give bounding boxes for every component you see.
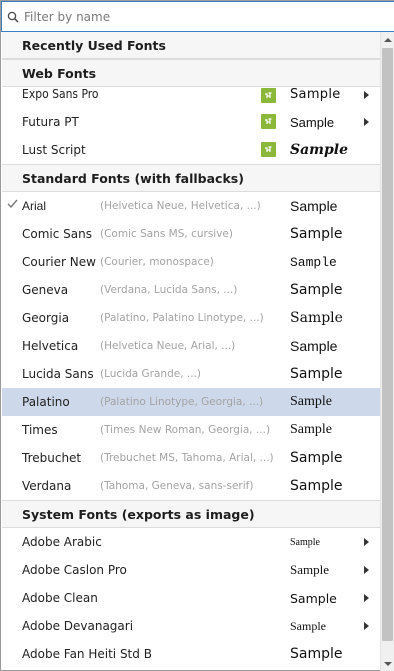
- font-row-expo-sans-pro[interactable]: Expo Sans Pro Sample: [2, 87, 380, 108]
- font-row-adobe-arabic[interactable]: Adobe Arabic Sample: [2, 528, 380, 556]
- font-row-arial[interactable]: Arial (Helvetica Neue, Helvetica, ...) S…: [2, 192, 380, 220]
- font-fallbacks: (Comic Sans MS, cursive): [100, 228, 233, 240]
- font-sample: Sample: [290, 310, 343, 326]
- font-row-palatino[interactable]: Palatino (Palatino Linotype, Georgia, ..…: [2, 388, 380, 416]
- web-font-icon: [261, 88, 276, 103]
- scrollbar-thumb[interactable]: [382, 48, 393, 641]
- font-fallbacks: (Lucida Grande, ...): [100, 368, 201, 380]
- font-sample: Sample: [290, 590, 337, 606]
- font-picker-dropdown: Recently Used Fonts Web Fonts Expo Sans …: [0, 0, 394, 671]
- font-row-verdana[interactable]: Verdana (Tahoma, Geneva, sans-serif) Sam…: [2, 472, 380, 500]
- font-name: Palatino: [22, 395, 70, 409]
- font-sample: Sample: [290, 142, 349, 158]
- font-row-adobe-caslon-pro[interactable]: Adobe Caslon Pro Sample: [2, 556, 380, 584]
- font-sample: Sample: [290, 338, 338, 354]
- font-sample: Sample: [290, 394, 332, 409]
- font-row-courier-new[interactable]: Courier New (Courier, monospace) Sample: [2, 248, 380, 276]
- font-row-geneva[interactable]: Geneva (Verdana, Lucida Sans, ...) Sampl…: [2, 276, 380, 304]
- font-name: Adobe Arabic: [22, 535, 102, 549]
- font-fallbacks: (Helvetica Neue, Arial, ...): [100, 340, 236, 352]
- font-name: Verdana: [22, 479, 72, 493]
- font-name: Futura PT: [22, 115, 79, 129]
- font-name: Adobe Caslon Pro: [22, 563, 127, 577]
- font-name: Lust Script: [22, 143, 86, 157]
- chevron-right-icon[interactable]: [364, 566, 369, 574]
- filter-box[interactable]: [1, 1, 394, 32]
- scroll-up-icon[interactable]: [381, 32, 394, 47]
- font-name: Adobe Fan Heiti Std B: [22, 647, 152, 661]
- font-sample: Sample: [290, 366, 343, 382]
- font-row-adobe-devanagari[interactable]: Adobe Devanagari Sample: [2, 612, 380, 640]
- font-row-adobe-clean[interactable]: Adobe Clean Sample: [2, 584, 380, 612]
- section-recently-used[interactable]: Recently Used Fonts: [2, 32, 380, 59]
- font-sample: Sample: [290, 422, 332, 437]
- web-font-icon: [261, 114, 276, 129]
- font-fallbacks: (Palatino Linotype, Georgia, ...): [100, 396, 264, 408]
- chevron-right-icon[interactable]: [364, 118, 369, 126]
- font-row-lust-script[interactable]: Lust Script Sample: [2, 136, 380, 164]
- font-sample: Sample: [290, 646, 343, 662]
- font-row-adobe-fan-heiti-std-b[interactable]: Adobe Fan Heiti Std B Sample: [2, 640, 380, 668]
- chevron-right-icon[interactable]: [364, 91, 369, 99]
- font-row-futura-pt[interactable]: Futura PT Sample: [2, 108, 380, 136]
- font-sample: Sample: [290, 87, 341, 102]
- font-row-helvetica[interactable]: Helvetica (Helvetica Neue, Arial, ...) S…: [2, 332, 380, 360]
- font-name: Courier New: [22, 255, 96, 269]
- font-sample: Sample: [290, 282, 343, 298]
- vertical-scrollbar[interactable]: [380, 32, 394, 671]
- font-fallbacks: (Verdana, Lucida Sans, ...): [100, 284, 238, 296]
- section-system-fonts[interactable]: System Fonts (exports as image): [2, 500, 380, 528]
- font-fallbacks: (Times New Roman, Georgia, ...): [100, 424, 271, 436]
- font-row-times[interactable]: Times (Times New Roman, Georgia, ...) Sa…: [2, 416, 380, 444]
- font-fallbacks: (Trebuchet MS, Tahoma, Arial, ...): [100, 452, 274, 464]
- font-name: Expo Sans Pro: [22, 87, 99, 101]
- font-sample: Sample: [290, 618, 326, 633]
- chevron-right-icon[interactable]: [364, 622, 369, 630]
- font-name: Trebuchet: [22, 451, 82, 465]
- font-row-comic-sans[interactable]: Comic Sans (Comic Sans MS, cursive) Samp…: [2, 220, 380, 248]
- font-fallbacks: (Palatino, Palatino Linotype, ...): [100, 312, 264, 324]
- font-sample: Sample: [290, 478, 343, 494]
- font-sample: Sample: [290, 254, 337, 270]
- font-fallbacks: (Courier, monospace): [100, 256, 214, 268]
- font-name: Lucida Sans: [22, 367, 94, 381]
- font-fallbacks: (Tahoma, Geneva, sans-serif): [100, 480, 254, 492]
- font-name: Adobe Clean: [22, 591, 98, 605]
- font-name: Georgia: [22, 311, 70, 325]
- web-font-icon: [261, 142, 276, 157]
- font-name: Adobe Devanagari: [22, 619, 134, 633]
- font-row-trebuchet[interactable]: Trebuchet (Trebuchet MS, Tahoma, Arial, …: [2, 444, 380, 472]
- font-name: Helvetica: [22, 339, 79, 353]
- search-icon: [2, 2, 24, 31]
- checkmark-icon: [7, 198, 19, 212]
- font-list: Recently Used Fonts Web Fonts Expo Sans …: [2, 32, 380, 671]
- filter-input[interactable]: [24, 3, 384, 30]
- scroll-down-icon[interactable]: [381, 656, 394, 671]
- font-sample: Sample: [290, 114, 335, 130]
- font-name: Arial: [22, 199, 47, 213]
- section-web-fonts[interactable]: Web Fonts: [2, 59, 380, 87]
- chevron-right-icon[interactable]: [364, 538, 369, 546]
- font-sample: Sample: [290, 450, 343, 466]
- font-row-lucida-sans[interactable]: Lucida Sans (Lucida Grande, ...) Sample: [2, 360, 380, 388]
- font-fallbacks: (Helvetica Neue, Helvetica, ...): [100, 200, 261, 212]
- font-name: Comic Sans: [22, 227, 92, 241]
- chevron-right-icon[interactable]: [364, 594, 369, 602]
- font-sample: Sample: [290, 198, 338, 214]
- font-row-georgia[interactable]: Georgia (Palatino, Palatino Linotype, ..…: [2, 304, 380, 332]
- section-standard-fonts[interactable]: Standard Fonts (with fallbacks): [2, 164, 380, 192]
- font-name: Geneva: [22, 283, 69, 297]
- font-sample: Sample: [290, 226, 343, 242]
- font-sample: Sample: [290, 536, 320, 548]
- font-sample: Sample: [290, 562, 329, 577]
- font-name: Times: [22, 423, 58, 437]
